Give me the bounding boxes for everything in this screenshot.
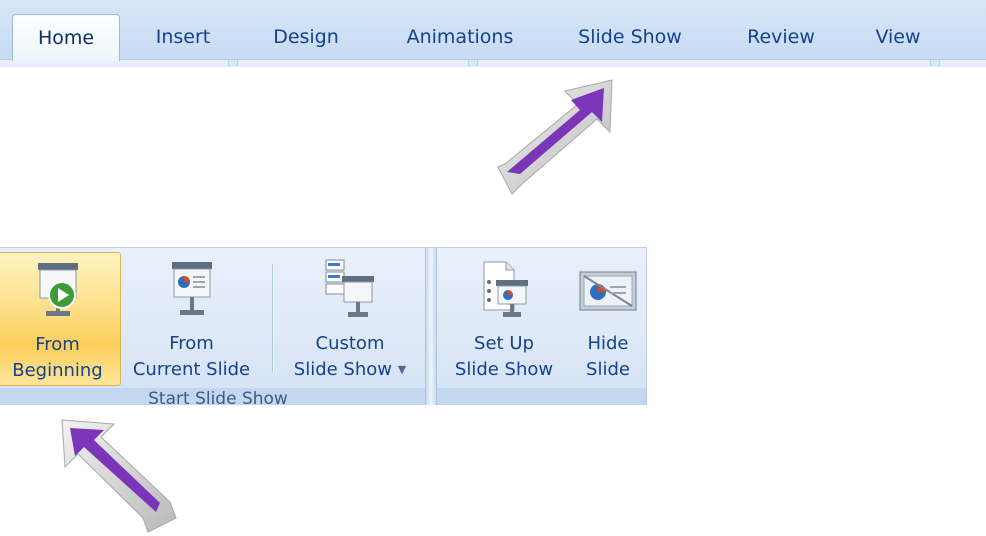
tab-design[interactable]: Design bbox=[252, 14, 360, 60]
tab-bar-baseline bbox=[0, 59, 986, 67]
tab-bar-divider bbox=[468, 60, 478, 66]
presentation-screen-icon bbox=[123, 258, 260, 324]
arrow-to-slide-show-tab bbox=[497, 79, 613, 195]
group-label-bar bbox=[437, 388, 646, 405]
set-up-slide-show-icon bbox=[444, 258, 564, 324]
custom-slide-show-label-text: Slide Show bbox=[293, 359, 392, 380]
custom-slide-show-button[interactable]: Custom Slide Show ▼ bbox=[280, 252, 420, 384]
tab-review[interactable]: Review bbox=[725, 14, 837, 60]
tab-bar-divider bbox=[930, 60, 940, 66]
tab-view[interactable]: View bbox=[858, 14, 938, 60]
presentation-play-icon bbox=[0, 259, 120, 325]
tab-slide-show[interactable]: Slide Show bbox=[556, 14, 704, 60]
set-up-slide-show-button[interactable]: Set Up Slide Show bbox=[444, 252, 564, 384]
ribbon-tab-bar: Home Insert Design Animations Slide Show… bbox=[0, 0, 986, 67]
set-up-label-line1: Set Up bbox=[474, 333, 534, 354]
tab-insert[interactable]: Insert bbox=[135, 14, 231, 60]
from-current-slide-button[interactable]: From Current Slide bbox=[123, 252, 260, 384]
hide-slide-label-line2: Slide bbox=[586, 359, 630, 380]
arrow-to-from-beginning-button bbox=[61, 419, 177, 533]
button-separator bbox=[272, 264, 273, 372]
from-beginning-button[interactable]: From Beginning bbox=[0, 252, 121, 386]
dropdown-arrow-icon[interactable]: ▼ bbox=[398, 363, 406, 376]
hide-slide-button[interactable]: Hide Slide bbox=[570, 252, 646, 384]
group-divider bbox=[425, 248, 437, 405]
set-up-label-line2: Slide Show bbox=[454, 359, 554, 380]
custom-slide-show-label-line1: Custom bbox=[315, 333, 385, 354]
custom-slide-show-icon bbox=[280, 258, 420, 324]
tab-home[interactable]: Home bbox=[12, 14, 120, 61]
tab-bar-divider bbox=[228, 60, 238, 66]
from-beginning-label-line2: Beginning bbox=[12, 360, 103, 381]
start-slide-show-group-label: Start Slide Show bbox=[148, 389, 288, 405]
from-current-label-line1: From bbox=[169, 333, 214, 354]
custom-slide-show-label-line2: Slide Show ▼ bbox=[280, 358, 420, 382]
hide-slide-icon bbox=[570, 258, 646, 324]
slide-show-ribbon-panel: Start Slide Show From Beginning From Cur… bbox=[0, 247, 647, 405]
hide-slide-label-line1: Hide bbox=[587, 333, 629, 354]
from-current-label-line2: Current Slide bbox=[132, 359, 251, 380]
from-beginning-label-line1: From bbox=[35, 334, 80, 355]
tab-animations[interactable]: Animations bbox=[382, 14, 538, 60]
